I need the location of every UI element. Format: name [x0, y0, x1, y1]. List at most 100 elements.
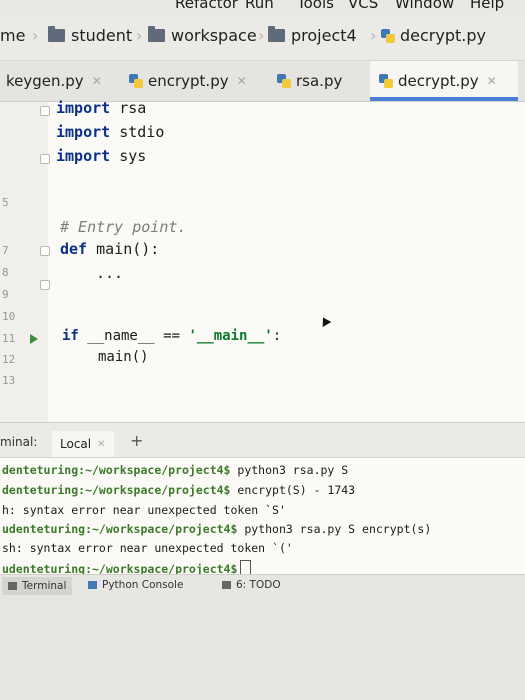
string-literal: '__main__': [188, 328, 273, 344]
fold-icon[interactable]: [40, 154, 50, 164]
operator: ==: [163, 328, 189, 344]
function-signature: main():: [87, 240, 160, 258]
tab-decrypt[interactable]: decrypt.py ✕: [370, 61, 518, 101]
terminal-text: encrypt(S) - 1743: [230, 483, 356, 497]
breadcrumb-item-workspace[interactable]: workspace: [148, 26, 257, 45]
line-number: 7: [2, 244, 9, 257]
close-icon[interactable]: ✕: [92, 74, 102, 88]
todo-icon: [222, 581, 231, 589]
chevron-right-icon: ›: [258, 26, 265, 45]
menu-tools[interactable]: Tools: [297, 0, 334, 12]
menu-run[interactable]: Run: [245, 0, 274, 12]
shell-prompt: denteturing:~/workspace/project4$: [2, 483, 231, 497]
terminal-text: python3 rsa.py S encrypt(s): [237, 522, 432, 536]
terminal-text: python3 rsa.py S: [230, 463, 349, 477]
terminal-line: denteturing:~/workspace/project4$ python…: [2, 463, 348, 477]
tab-label: keygen.py: [6, 72, 84, 90]
python-file-icon: [380, 28, 396, 44]
code-line: import stdio: [56, 123, 164, 141]
keyword: def: [60, 240, 88, 258]
chevron-right-icon: ›: [370, 26, 377, 45]
python-console-icon: [88, 581, 97, 589]
code-line: main(): [98, 349, 149, 365]
keyword: if: [62, 328, 79, 344]
keyword: import: [56, 99, 111, 117]
identifier: __name__: [78, 328, 164, 344]
module-name: stdio: [110, 123, 165, 141]
python-console-tool-button[interactable]: Python Console: [88, 579, 183, 591]
todo-tool-button[interactable]: 6: TODO: [222, 579, 281, 591]
breadcrumb-label: me: [0, 26, 26, 45]
python-file-icon: [128, 73, 144, 89]
code-line: if __name__ == '__main__':: [62, 328, 281, 344]
menu-vcs[interactable]: VCS: [348, 0, 378, 12]
folder-icon: [48, 26, 65, 42]
terminal-line: sh: syntax error near unexpected token `…: [2, 541, 293, 555]
tool-label: Terminal: [22, 580, 67, 592]
new-terminal-button[interactable]: +: [130, 431, 143, 450]
chevron-right-icon: ›: [32, 26, 39, 45]
folder-icon: [148, 26, 165, 42]
line-number: 8: [2, 266, 9, 279]
tool-label: 6: TODO: [236, 579, 281, 591]
fold-icon[interactable]: [40, 280, 50, 290]
terminal-tool-button[interactable]: Terminal: [2, 577, 73, 595]
terminal-icon: [8, 582, 17, 590]
tab-label: encrypt.py: [148, 72, 229, 90]
close-icon[interactable]: ✕: [487, 74, 497, 88]
breadcrumb-item-project4[interactable]: project4: [268, 26, 357, 45]
terminal-tab-local[interactable]: Local ✕: [52, 431, 114, 457]
tab-label: decrypt.py: [398, 72, 479, 90]
code-line: ...: [96, 264, 124, 282]
close-icon[interactable]: ✕: [237, 74, 247, 88]
menu-refactor[interactable]: Refactor: [175, 0, 238, 12]
breadcrumb: me › student › workspace › project4 › de…: [0, 14, 525, 61]
fold-icon[interactable]: [40, 106, 50, 116]
tab-rsa[interactable]: rsa.py: [276, 61, 364, 101]
editor-tabs: keygen.py ✕ encrypt.py ✕ rsa.py decrypt.…: [0, 61, 525, 102]
menu-help[interactable]: Help: [470, 0, 504, 12]
tool-window-bar: Terminal Python Console 6: TODO: [0, 574, 525, 597]
tab-keygen[interactable]: keygen.py ✕: [6, 61, 118, 101]
breadcrumb-item-student[interactable]: student: [48, 26, 132, 45]
fold-icon[interactable]: [40, 246, 50, 256]
close-icon[interactable]: ✕: [97, 439, 105, 450]
breadcrumb-item-home[interactable]: me: [0, 26, 25, 45]
tab-label: Local: [60, 437, 92, 451]
terminal-header: minal: Local ✕ +: [0, 423, 525, 458]
module-name: rsa: [110, 99, 147, 117]
code-line: import sys: [56, 147, 146, 165]
breadcrumb-item-decrypt[interactable]: decrypt.py: [380, 26, 486, 45]
shell-prompt: udenteturing:~/workspace/project4$: [2, 522, 238, 536]
module-name: sys: [110, 147, 147, 165]
python-file-icon: [276, 73, 292, 89]
terminal-text: h: syntax error near unexpected token `S…: [2, 503, 286, 517]
breadcrumb-label: student: [71, 26, 133, 45]
keyword: import: [56, 123, 111, 141]
terminal-cursor: [240, 560, 252, 575]
terminal-text: sh: syntax error near unexpected token `…: [2, 541, 293, 555]
line-number: 13: [2, 374, 16, 387]
line-number: 5: [2, 196, 9, 209]
code-line: def main():: [60, 240, 159, 258]
breadcrumb-label: decrypt.py: [400, 26, 486, 45]
python-file-icon: [378, 73, 394, 89]
punctuation: :: [272, 328, 282, 344]
terminal-line: denteturing:~/workspace/project4$ encryp…: [2, 483, 355, 497]
tool-label: Python Console: [102, 579, 184, 591]
code-line: import rsa: [56, 99, 146, 117]
breadcrumb-label: project4: [291, 26, 357, 45]
background-surface: [0, 597, 525, 700]
chevron-right-icon: ›: [136, 26, 143, 45]
line-number: 9: [2, 288, 9, 301]
menu-bar: Refactor Run Tools VCS Window Help: [0, 0, 525, 14]
menu-window[interactable]: Window: [395, 0, 454, 12]
tab-encrypt[interactable]: encrypt.py ✕: [128, 61, 266, 101]
mouse-cursor-icon: [318, 315, 332, 327]
terminal-title: minal:: [0, 435, 38, 449]
code-editor[interactable]: 5 7 8 9 10 11 12 13 import rsa import st…: [0, 99, 525, 422]
line-number: 11: [2, 332, 16, 345]
run-icon[interactable]: [30, 334, 38, 344]
keyword: import: [56, 147, 111, 165]
tab-label: rsa.py: [296, 72, 343, 90]
